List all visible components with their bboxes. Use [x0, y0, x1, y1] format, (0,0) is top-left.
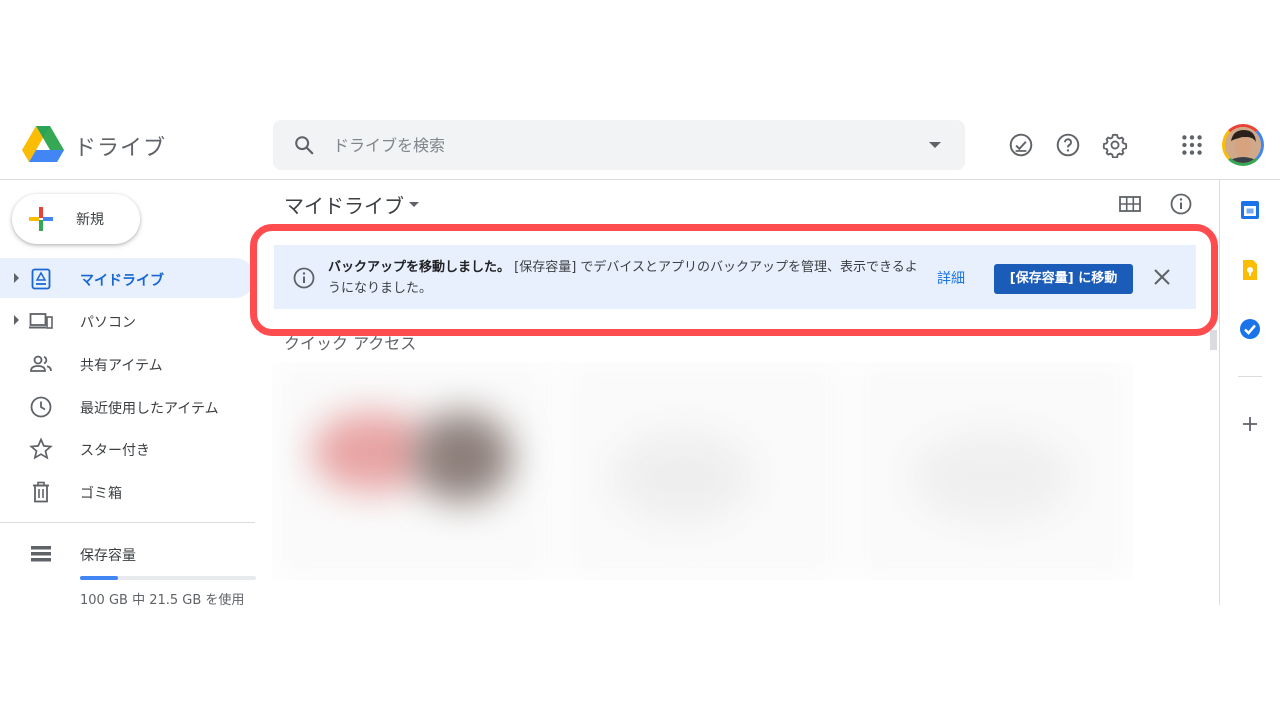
sidebar-item-label: パソコン	[80, 315, 136, 331]
storage-usage-text: 100 GB 中 21.5 GB を使用	[80, 593, 245, 608]
close-icon[interactable]	[1152, 267, 1172, 287]
sidebar-item-label: ゴミ箱	[80, 486, 122, 502]
sidebar-divider	[0, 522, 255, 523]
account-avatar[interactable]	[1222, 124, 1264, 166]
grid-view-icon[interactable]	[1118, 192, 1142, 216]
banner-message-bold: バックアップを移動しました。	[328, 260, 511, 275]
search-input[interactable]	[333, 132, 893, 158]
blurred-thumbnail	[612, 432, 752, 522]
drive-logo-icon[interactable]	[22, 126, 64, 164]
blurred-thumbnail	[412, 412, 512, 502]
clock-icon	[30, 396, 52, 418]
new-button-label: 新規	[76, 212, 104, 228]
page-title[interactable]: マイドライブ	[284, 190, 404, 219]
sidebar-item-label: マイドライブ	[80, 273, 164, 289]
sidebar-item-starred[interactable]: スター付き	[0, 428, 255, 468]
search-box[interactable]	[273, 120, 965, 170]
storage-usage-bar	[80, 576, 256, 580]
expand-arrow-icon[interactable]	[14, 315, 19, 325]
tasks-icon[interactable]	[1238, 317, 1262, 341]
banner-message: バックアップを移動しました。 [保存容量] でデバイスとアプリのバックアップを管…	[328, 257, 918, 299]
blurred-thumbnail	[912, 432, 1072, 522]
sidebar-item-computers[interactable]: パソコン	[0, 300, 255, 340]
breadcrumb-chevron-down-icon[interactable]	[409, 202, 419, 207]
sidebar-item-storage[interactable]: 保存容量	[0, 533, 255, 573]
shared-people-icon	[30, 355, 52, 372]
my-drive-icon	[31, 268, 51, 290]
settings-icon[interactable]	[1102, 132, 1128, 158]
sidebar-item-recent[interactable]: 最近使用したアイテム	[0, 386, 255, 426]
calendar-icon[interactable]	[1238, 198, 1262, 222]
side-panel-separator	[1238, 376, 1262, 377]
apps-grid-icon[interactable]	[1179, 132, 1205, 158]
sidebar-item-my-drive[interactable]: マイドライブ	[0, 258, 255, 298]
go-to-storage-button[interactable]: [保存容量] に移動	[994, 264, 1133, 294]
new-button[interactable]: 新規	[12, 194, 140, 244]
learn-more-link[interactable]: 詳細	[937, 268, 965, 288]
star-icon	[29, 437, 53, 460]
expand-arrow-icon[interactable]	[14, 273, 19, 283]
app-title[interactable]: ドライブ	[74, 130, 166, 162]
side-panel-divider	[1219, 180, 1220, 605]
info-icon	[293, 267, 315, 289]
offline-check-icon[interactable]	[1008, 132, 1034, 158]
backup-moved-banner: バックアップを移動しました。 [保存容量] でデバイスとアプリのバックアップを管…	[274, 245, 1196, 309]
storage-usage-fill	[80, 576, 118, 580]
sidebar-item-label: 最近使用したアイテム	[80, 401, 219, 417]
avatar-photo-icon	[1225, 127, 1261, 163]
sidebar-item-trash[interactable]: ゴミ箱	[0, 471, 255, 511]
computers-icon	[29, 313, 53, 329]
keep-icon[interactable]	[1238, 258, 1262, 282]
top-header: ドライブ	[0, 110, 1280, 180]
colored-plus-icon	[29, 207, 53, 231]
quick-access-cards	[272, 362, 1134, 580]
search-options-chevron-icon[interactable]	[929, 142, 941, 148]
trash-icon	[33, 481, 49, 503]
help-icon[interactable]	[1055, 132, 1081, 158]
search-icon[interactable]	[293, 134, 315, 156]
sidebar-item-label: 共有アイテム	[80, 358, 163, 374]
storage-icon	[31, 546, 51, 562]
storage-label: 保存容量	[80, 548, 136, 564]
sidebar-item-label: スター付き	[80, 443, 150, 459]
main-scrollbar[interactable]	[1210, 330, 1217, 350]
details-info-icon[interactable]	[1169, 192, 1193, 216]
add-addon-plus-icon[interactable]	[1238, 412, 1262, 436]
sidebar-item-shared[interactable]: 共有アイテム	[0, 343, 255, 383]
